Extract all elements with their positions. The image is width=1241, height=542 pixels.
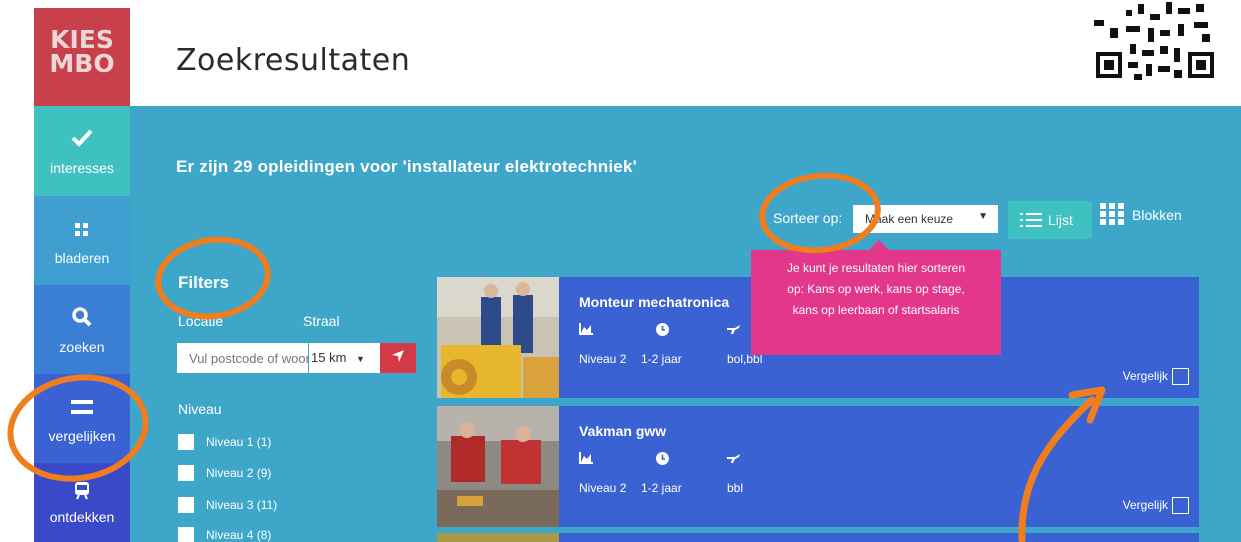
- train-icon: [34, 481, 130, 505]
- checkbox[interactable]: [178, 434, 194, 450]
- kiesmbo-logo[interactable]: KIES MBO: [34, 8, 130, 106]
- clock-icon: [656, 452, 669, 468]
- checkbox[interactable]: [178, 527, 194, 542]
- result-thumbnail: [437, 406, 559, 527]
- sidebar-item-bladeren[interactable]: bladeren: [34, 196, 130, 285]
- equals-icon: [34, 396, 130, 420]
- result-duur: 1-2 jaar: [641, 481, 682, 495]
- view-blocks-button[interactable]: Blokken: [1100, 203, 1182, 228]
- tooltip-line: op: Kans op werk, kans op stage,: [787, 282, 965, 296]
- sidebar-item-label: interesses: [50, 160, 114, 176]
- view-blocks-label: Blokken: [1132, 207, 1182, 223]
- sidebar-item-ontdekken[interactable]: ontdekken: [34, 463, 130, 542]
- radius-value: 15 km: [311, 350, 347, 365]
- results-heading: Er zijn 29 opleidingen voor 'installateu…: [176, 157, 637, 176]
- hand-point-icon: [727, 323, 741, 338]
- result-niveau: Niveau 2: [579, 352, 627, 366]
- checkbox[interactable]: [178, 497, 194, 513]
- compare-label: Vergelijk: [1122, 369, 1168, 383]
- checkmark-icon: [34, 128, 130, 152]
- niveau-option-label: Niveau 3 (11): [206, 498, 278, 512]
- search-icon: [34, 307, 130, 331]
- sidebar-item-label: ontdekken: [49, 509, 115, 525]
- straal-label: Straal: [303, 313, 340, 329]
- list-icon: [1020, 212, 1042, 231]
- view-list-label: Lijst: [1048, 212, 1073, 228]
- sidebar-item-vergelijken[interactable]: vergelijken: [34, 374, 130, 463]
- locatie-label: Locatie: [178, 313, 224, 329]
- niveau-option[interactable]: Niveau 4 (8): [178, 527, 271, 542]
- sidebar-item-zoeken[interactable]: zoeken: [34, 285, 130, 374]
- blocks-icon: [1100, 203, 1124, 228]
- result-duur: 1-2 jaar: [641, 352, 682, 366]
- compare-checkbox[interactable]: [1172, 368, 1189, 385]
- postcode-input[interactable]: [177, 343, 308, 373]
- tooltip-line: Je kunt je resultaten hier sorteren: [786, 261, 966, 275]
- filters-title: Filters: [178, 273, 230, 292]
- niveau-option-label: Niveau 4 (8): [206, 528, 272, 542]
- niveau-option[interactable]: Niveau 2 (9): [178, 465, 271, 481]
- chart-icon: [579, 452, 593, 467]
- result-title[interactable]: Vakman gww: [579, 423, 666, 439]
- result-leerweg: bbl: [727, 481, 744, 495]
- sidebar-item-label: zoeken: [59, 339, 105, 355]
- view-list-button[interactable]: Lijst: [1008, 201, 1092, 239]
- sidebar-item-interesses[interactable]: interesses: [34, 106, 130, 196]
- result-card[interactable]: Vakman gww Niveau 2 1-2 jaar bbl Vergeli…: [437, 406, 1199, 527]
- sort-select[interactable]: Maak een keuze ▼: [853, 205, 998, 233]
- result-title[interactable]: Monteur mechatronica: [579, 294, 729, 310]
- checkbox[interactable]: [178, 465, 194, 481]
- radius-select[interactable]: 15 km ▼: [309, 343, 380, 373]
- chevron-down-icon: ▼: [978, 211, 988, 222]
- compare-label: Vergelijk: [1122, 498, 1168, 512]
- clock-icon: [656, 323, 669, 339]
- locate-button[interactable]: [380, 343, 416, 373]
- chevron-down-icon: ▼: [356, 354, 365, 364]
- compare-checkbox[interactable]: [1172, 497, 1189, 514]
- niveau-option[interactable]: Niveau 3 (11): [178, 497, 277, 513]
- sidebar-item-label: vergelijken: [48, 428, 116, 444]
- tooltip-line: kans op leerbaan of startsalaris: [792, 303, 960, 317]
- compare-toggle[interactable]: Vergelijk: [1123, 497, 1189, 514]
- result-thumbnail-partial: [437, 533, 559, 542]
- result-thumbnail: [437, 277, 559, 398]
- sort-label: Sorteer op:: [773, 210, 843, 226]
- hand-point-icon: [727, 452, 741, 467]
- qr-code-icon: [1090, 0, 1217, 82]
- grid-icon: [34, 218, 130, 242]
- sort-tooltip: Je kunt je resultaten hier sorteren op: …: [751, 240, 1001, 355]
- compare-toggle[interactable]: Vergelijk: [1123, 368, 1189, 385]
- logo-line-2: MBO: [49, 49, 115, 78]
- niveau-option-label: Niveau 2 (9): [206, 466, 272, 480]
- sidebar-item-label: bladeren: [54, 250, 110, 266]
- result-niveau: Niveau 2: [579, 481, 627, 495]
- niveau-title: Niveau: [178, 401, 222, 417]
- chart-icon: [579, 323, 593, 338]
- niveau-option[interactable]: Niveau 1 (1): [178, 434, 271, 450]
- location-arrow-icon: [391, 350, 405, 366]
- sort-selected-value: Maak een keuze: [865, 212, 954, 226]
- niveau-option-label: Niveau 1 (1): [206, 435, 272, 449]
- page-title: Zoekresultaten: [176, 43, 411, 78]
